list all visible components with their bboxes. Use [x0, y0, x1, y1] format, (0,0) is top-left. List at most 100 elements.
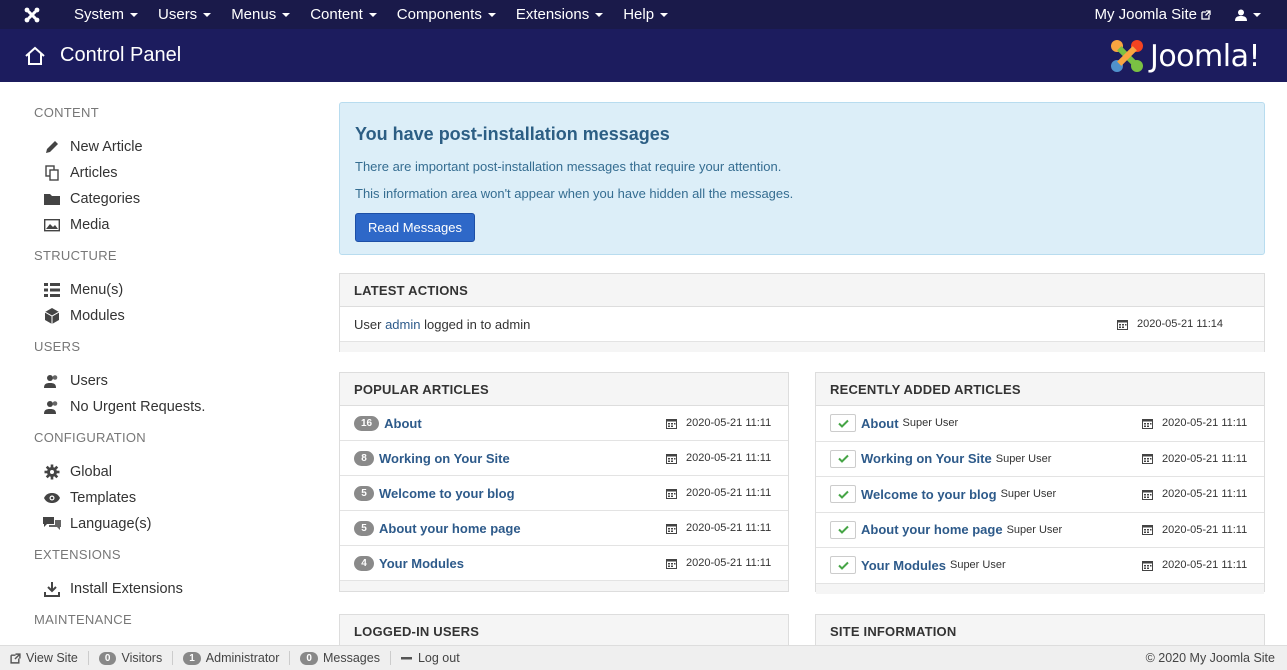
caret-down-icon	[487, 12, 496, 17]
sidebar-item-label: Media	[70, 217, 110, 233]
caret-down-icon	[203, 12, 212, 17]
calendar-icon	[1142, 454, 1153, 465]
read-messages-button[interactable]: Read Messages	[355, 213, 475, 242]
calendar-icon	[1142, 418, 1153, 429]
published-check-icon[interactable]	[830, 556, 856, 575]
date-text: 2020-05-21 11:11	[686, 452, 772, 464]
menu-users[interactable]: Users	[148, 0, 221, 29]
article-link[interactable]: Working on Your Site	[861, 451, 992, 466]
hits-badge: 4	[354, 555, 374, 571]
published-check-icon[interactable]	[830, 485, 856, 504]
status-bar: View Site 0 Visitors 1 Administrator 0 M…	[0, 645, 1287, 670]
hits-badge: 5	[354, 520, 374, 536]
panel-footer	[816, 583, 1264, 594]
article-date: 2020-05-21 11:11	[666, 557, 774, 569]
recent-article-row: Working on Your Site Super User 2020-05-…	[816, 442, 1264, 477]
image-icon	[43, 217, 61, 233]
date-text: 2020-05-21 11:11	[686, 487, 772, 499]
sidebar-item-label: Users	[70, 373, 108, 389]
page-header: Control Panel Joomla!	[0, 29, 1287, 82]
article-link[interactable]: About your home page	[861, 522, 1003, 537]
article-author: Super User	[995, 452, 1052, 465]
hits-badge: 5	[354, 485, 374, 501]
visitors-status: 0 Visitors	[89, 646, 172, 670]
sidebar: CONTENT New Article Articles Categories …	[34, 82, 314, 632]
article-link[interactable]: Welcome to your blog	[379, 486, 515, 501]
panel-footer	[340, 342, 1264, 352]
calendar-icon	[1142, 489, 1153, 500]
article-link[interactable]: Working on Your Site	[379, 451, 510, 466]
joomla-menu-icon[interactable]	[0, 0, 64, 29]
sidebar-item-install-extensions[interactable]: Install Extensions	[34, 576, 314, 602]
sidebar-item-users[interactable]: Users	[34, 368, 314, 394]
menu-menus[interactable]: Menus	[221, 0, 300, 29]
folder-icon	[43, 191, 61, 207]
user-icon	[1235, 9, 1247, 21]
date-text: 2020-05-21 11:11	[1162, 559, 1248, 572]
logout-link[interactable]: Log out	[391, 646, 470, 670]
calendar-icon	[666, 418, 677, 429]
article-link[interactable]: Welcome to your blog	[861, 487, 997, 502]
caret-down-icon	[660, 12, 669, 17]
article-author: Super User	[1006, 523, 1063, 536]
date-text: 2020-05-21 11:11	[1162, 417, 1248, 430]
calendar-icon	[1117, 319, 1128, 330]
article-link[interactable]: About	[861, 416, 899, 431]
published-check-icon[interactable]	[830, 520, 856, 539]
article-author: Super User	[1000, 488, 1057, 501]
date-text: 2020-05-21 11:11	[1162, 488, 1248, 501]
sidebar-item-modules[interactable]: Modules	[34, 303, 314, 329]
menu-help[interactable]: Help	[613, 0, 678, 29]
caret-down-icon	[282, 12, 291, 17]
view-site-link[interactable]: View Site	[0, 646, 88, 670]
messages-link[interactable]: 0 Messages	[290, 646, 390, 670]
article-link[interactable]: About your home page	[379, 521, 521, 536]
joomla-brand-text: Joomla!	[1149, 38, 1261, 74]
menu-label: Menus	[231, 6, 277, 23]
sidebar-item-articles[interactable]: Articles	[34, 160, 314, 186]
article-link[interactable]: Your Modules	[379, 556, 464, 571]
recent-article-row: Your Modules Super User 2020-05-21 11:11	[816, 548, 1264, 584]
user-menu[interactable]	[1223, 9, 1287, 21]
copyright: © 2020 My Joomla Site	[1145, 651, 1275, 665]
site-link[interactable]: My Joomla Site	[1082, 6, 1223, 23]
menu-components[interactable]: Components	[387, 0, 506, 29]
calendar-icon	[1142, 560, 1153, 571]
sidebar-item-global[interactable]: Global	[34, 459, 314, 485]
list-icon	[43, 282, 61, 298]
hits-badge: 8	[354, 450, 374, 466]
popular-article-row: 5 About your home page 2020-05-21 11:11	[340, 511, 788, 546]
action-row: User admin logged in to admin 2020-05-21…	[340, 307, 1264, 342]
article-date: 2020-05-21 11:11	[666, 522, 774, 534]
sidebar-item-languages[interactable]: Language(s)	[34, 511, 314, 537]
sidebar-item-new-article[interactable]: New Article	[34, 134, 314, 160]
popular-article-row: 4 Your Modules 2020-05-21 11:11	[340, 546, 788, 581]
published-check-icon[interactable]	[830, 449, 856, 468]
caret-down-icon	[1253, 12, 1261, 17]
article-link[interactable]: About	[384, 416, 422, 431]
sidebar-item-menus[interactable]: Menu(s)	[34, 277, 314, 303]
sidebar-item-label: Install Extensions	[70, 581, 183, 597]
article-author: Super User	[949, 559, 1006, 572]
sidebar-item-templates[interactable]: Templates	[34, 485, 314, 511]
action-user-link[interactable]: admin	[385, 317, 420, 332]
sidebar-item-privacy-requests[interactable]: No Urgent Requests.	[34, 394, 314, 420]
sidebar-item-categories[interactable]: Categories	[34, 186, 314, 212]
menu-extensions[interactable]: Extensions	[506, 0, 613, 29]
action-date: 2020-05-21 11:14	[1117, 318, 1225, 330]
date-text: 2020-05-21 11:14	[1137, 318, 1224, 330]
alert-title: You have post-installation messages	[355, 124, 670, 144]
published-check-icon[interactable]	[830, 414, 856, 433]
menu-system[interactable]: System	[64, 0, 148, 29]
sidebar-item-label: Global	[70, 464, 112, 480]
eye-icon	[43, 490, 61, 506]
site-link-label: My Joomla Site	[1094, 6, 1197, 23]
visitors-count-badge: 0	[98, 651, 117, 665]
article-link[interactable]: Your Modules	[861, 558, 946, 573]
sidebar-heading-extensions: EXTENSIONS	[34, 547, 121, 562]
menu-content[interactable]: Content	[300, 0, 387, 29]
sidebar-item-media[interactable]: Media	[34, 212, 314, 238]
sidebar-heading-users: USERS	[34, 339, 81, 354]
alert-text-2: This information area won't appear when …	[355, 186, 794, 201]
sidebar-item-label: Menu(s)	[70, 282, 124, 298]
